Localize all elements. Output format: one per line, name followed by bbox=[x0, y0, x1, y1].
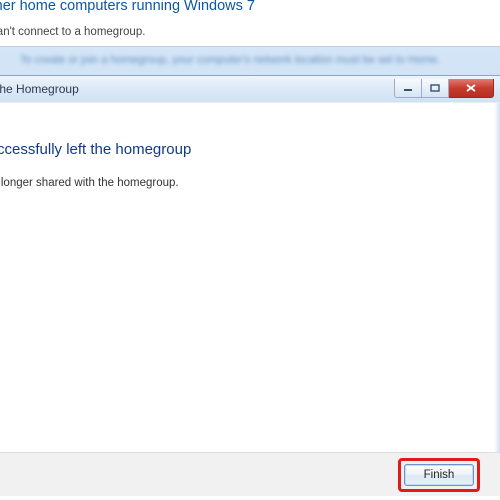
dialog-body: You have successfully left the homegroup… bbox=[0, 102, 500, 496]
blurred-text-1: To create or join a homegroup, your comp… bbox=[20, 54, 480, 66]
page-title-link: Share with other home computers running … bbox=[0, 0, 255, 14]
success-body-text: Your files are no longer shared with the… bbox=[0, 177, 179, 189]
finish-highlight: Finish bbox=[398, 458, 480, 492]
finish-button[interactable]: Finish bbox=[404, 464, 474, 486]
close-button[interactable] bbox=[449, 79, 494, 98]
success-heading: You have successfully left the homegroup bbox=[0, 141, 191, 158]
minimize-button[interactable] bbox=[394, 79, 422, 98]
close-icon bbox=[465, 83, 477, 93]
minimize-icon bbox=[403, 84, 413, 92]
titlebar[interactable]: Leave the Homegroup bbox=[0, 76, 500, 103]
button-bar: Finish bbox=[0, 452, 500, 496]
leave-homegroup-dialog: Leave the Homegroup You have successfull… bbox=[0, 75, 500, 496]
dialog-title: Leave the Homegroup bbox=[0, 82, 79, 96]
status-text: This computer can't connect to a homegro… bbox=[0, 26, 145, 38]
maximize-icon bbox=[430, 84, 440, 92]
maximize-button[interactable] bbox=[422, 79, 449, 98]
window-frame-edge bbox=[494, 103, 500, 496]
